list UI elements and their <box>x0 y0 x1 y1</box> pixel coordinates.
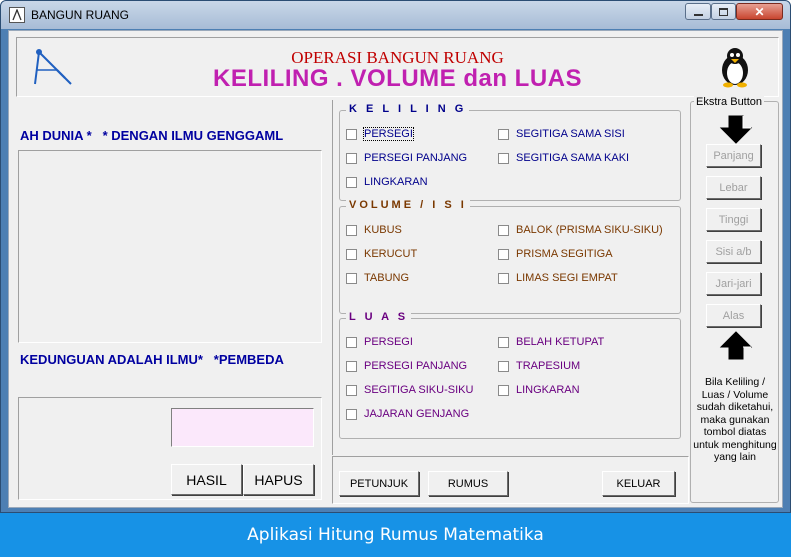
formula-display <box>18 150 322 343</box>
checkbox-luas-lingkaran[interactable]: LINGKARAN <box>498 384 580 396</box>
lebar-button[interactable]: Lebar <box>706 176 761 199</box>
checkbox-label: SEGITIGA SIKU-SIKU <box>364 384 474 396</box>
client-area: OPERASI BANGUN RUANG KELILING . VOLUME d… <box>8 30 783 508</box>
checkbox-volume-balok[interactable]: BALOK (PRISMA SIKU-SIKU) <box>498 224 663 236</box>
checkbox-box[interactable] <box>346 360 357 372</box>
checkbox-box[interactable] <box>346 336 357 348</box>
checkbox-box[interactable] <box>346 176 357 188</box>
maximize-button[interactable] <box>711 3 736 20</box>
checkbox-label: KERUCUT <box>364 248 418 260</box>
checkbox-luas-segitiga-siku-siku[interactable]: SEGITIGA SIKU-SIKU <box>346 384 473 396</box>
marquee-text-bottom: KEDUNGUAN ADALAH ILMU* *PEMBEDA <box>20 352 284 367</box>
checkbox-box[interactable] <box>346 248 357 260</box>
checkbox-label: TABUNG <box>364 272 410 284</box>
minimize-icon <box>693 13 703 16</box>
checkbox-box[interactable] <box>498 336 509 348</box>
checkbox-box[interactable] <box>346 224 357 236</box>
close-icon: ✕ <box>754 4 765 19</box>
title-bar[interactable]: BANGUN RUANG ✕ <box>1 1 790 29</box>
checkbox-box[interactable] <box>346 408 357 420</box>
checkbox-box[interactable] <box>498 384 509 396</box>
checkbox-volume-prisma-segitiga[interactable]: PRISMA SEGITIGA <box>498 248 613 260</box>
checkbox-keliling-segitiga-sama-sisi[interactable]: SEGITIGA SAMA SISI <box>498 128 625 140</box>
header-panel: OPERASI BANGUN RUANG KELILING . VOLUME d… <box>16 37 779 97</box>
close-button[interactable]: ✕ <box>736 3 783 20</box>
result-panel: HASIL HAPUS <box>18 397 322 500</box>
app-banner: Aplikasi Hitung Rumus Matematika <box>0 513 791 557</box>
hapus-button[interactable]: HAPUS <box>243 464 314 495</box>
checkbox-label: PERSEGI <box>363 127 414 141</box>
panjang-button[interactable]: Panjang <box>706 144 761 167</box>
checkbox-box[interactable] <box>346 272 357 284</box>
checkbox-box[interactable] <box>346 128 357 140</box>
checkbox-luas-trapesium[interactable]: TRAPESIUM <box>498 360 580 372</box>
checkbox-label: LINGKARAN <box>516 384 580 396</box>
checkbox-label: SEGITIGA SAMA SISI <box>516 128 625 140</box>
checkbox-label: TRAPESIUM <box>516 360 581 372</box>
checkbox-label: JAJARAN GENJANG <box>364 408 470 420</box>
checkbox-luas-belah-ketupat[interactable]: BELAH KETUPAT <box>498 336 604 348</box>
checkbox-box[interactable] <box>498 152 509 164</box>
checkbox-volume-limas-segi-empat[interactable]: LIMAS SEGI EMPAT <box>498 272 618 284</box>
window-title: BANGUN RUANG <box>31 8 130 22</box>
app-window: BANGUN RUANG ✕ OPERASI BANGUN RUANG KELI… <box>0 0 791 513</box>
checkbox-keliling-persegi-panjang[interactable]: PERSEGI PANJANG <box>346 152 467 164</box>
petunjuk-button[interactable]: PETUNJUK <box>339 471 419 496</box>
minimize-button[interactable] <box>685 3 711 20</box>
group-luas-label: L U A S <box>346 311 412 323</box>
checkbox-label: PRISMA SEGITIGA <box>516 248 613 260</box>
checkbox-box[interactable] <box>346 384 357 396</box>
checkbox-label: PERSEGI PANJANG <box>364 360 468 372</box>
checkbox-volume-kerucut[interactable]: KERUCUT <box>346 248 417 260</box>
checkbox-label: SEGITIGA SAMA KAKI <box>516 152 630 164</box>
checkbox-label: PERSEGI PANJANG <box>364 152 468 164</box>
ekstra-instructions: Bila Keliling / Luas / Volume sudah dike… <box>693 376 777 463</box>
checkbox-luas-jajaran-genjang[interactable]: JAJARAN GENJANG <box>346 408 469 420</box>
keluar-button[interactable]: KELUAR <box>602 471 675 496</box>
checkbox-label: BALOK (PRISMA SIKU-SIKU) <box>516 224 663 236</box>
rumus-button[interactable]: RUMUS <box>428 471 508 496</box>
alas-button[interactable]: Alas <box>706 304 761 327</box>
result-field[interactable] <box>171 408 314 447</box>
checkbox-label: BELAH KETUPAT <box>516 336 605 348</box>
checkbox-box[interactable] <box>498 272 509 284</box>
checkbox-keliling-lingkaran[interactable]: LINGKARAN <box>346 176 428 188</box>
checkbox-box[interactable] <box>498 128 509 140</box>
checkbox-luas-persegi-panjang[interactable]: PERSEGI PANJANG <box>346 360 467 372</box>
checkbox-box[interactable] <box>498 360 509 372</box>
jari-jari-button[interactable]: Jari-jari <box>706 272 761 295</box>
checkbox-box[interactable] <box>498 248 509 260</box>
hasil-button[interactable]: HASIL <box>171 464 242 495</box>
divider <box>332 100 333 455</box>
tinggi-button[interactable]: Tinggi <box>706 208 761 231</box>
checkbox-volume-kubus[interactable]: KUBUS <box>346 224 402 236</box>
group-volume-label: VOLUME / I S I <box>346 199 470 211</box>
group-volume: VOLUME / I S I <box>339 199 681 314</box>
checkbox-label: LINGKARAN <box>364 176 428 188</box>
marquee-text-top: AH DUNIA * * DENGAN ILMU GENGGAML <box>20 128 284 143</box>
checkbox-label: PERSEGI <box>364 336 413 348</box>
checkbox-volume-tabung[interactable]: TABUNG <box>346 272 409 284</box>
checkbox-label: LIMAS SEGI EMPAT <box>516 272 618 284</box>
penguin-icon <box>722 48 748 88</box>
ekstra-label: Ekstra Button <box>694 96 765 108</box>
app-icon <box>9 7 25 23</box>
group-keliling-label: K E L I L I N G <box>346 103 470 115</box>
checkbox-label: KUBUS <box>364 224 402 236</box>
checkbox-keliling-segitiga-sama-kaki[interactable]: SEGITIGA SAMA KAKI <box>498 152 629 164</box>
arrow-down-icon <box>719 115 753 144</box>
checkbox-keliling-persegi[interactable]: PERSEGI <box>346 127 414 141</box>
maximize-icon <box>719 7 728 16</box>
page-title: KELILING . VOLUME dan LUAS <box>212 65 582 92</box>
checkbox-box[interactable] <box>346 152 357 164</box>
checkbox-box[interactable] <box>498 224 509 236</box>
sisi-ab-button[interactable]: Sisi a/b <box>706 240 761 263</box>
checkbox-luas-persegi[interactable]: PERSEGI <box>346 336 413 348</box>
arrow-up-icon <box>719 331 753 360</box>
